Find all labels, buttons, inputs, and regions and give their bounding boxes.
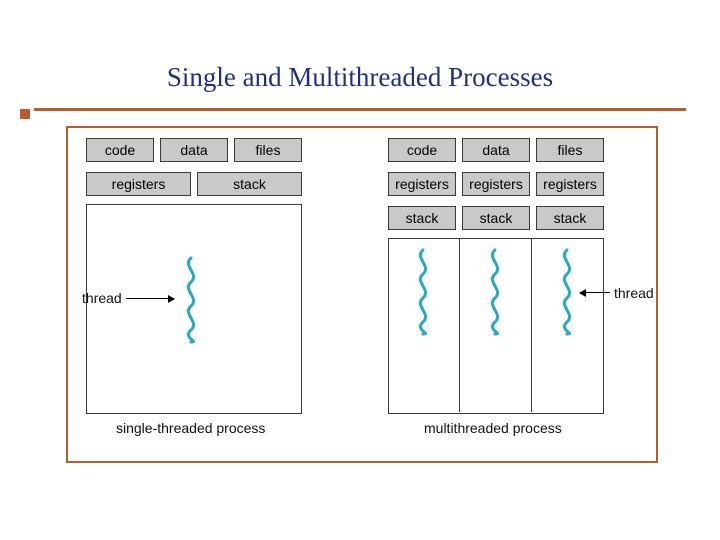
diagram-frame: code data files registers stack thread s… [66, 126, 658, 463]
left-registers-label: registers [112, 176, 166, 192]
right-files-label: files [558, 142, 583, 158]
left-data-label: data [180, 142, 207, 158]
left-thread-squiggle [180, 256, 202, 344]
left-stack-label: stack [233, 176, 266, 192]
left-thread-arrow [126, 298, 174, 299]
right-data-box: data [462, 138, 530, 162]
right-files-box: files [536, 138, 604, 162]
right-regs3-label: registers [543, 176, 597, 192]
right-thread-arrow [580, 292, 610, 293]
rule-dash [20, 109, 30, 119]
right-regs1-label: registers [395, 176, 449, 192]
right-col-div-2 [531, 238, 532, 412]
right-code-label: code [407, 142, 437, 158]
left-code-label: code [105, 142, 135, 158]
right-stack1-box: stack [388, 206, 456, 230]
right-code-box: code [388, 138, 456, 162]
right-stack2-label: stack [480, 210, 513, 226]
right-thread-label: thread [614, 285, 654, 301]
left-registers-box: registers [86, 172, 191, 196]
left-files-label: files [256, 142, 281, 158]
right-thread-squiggle-3 [556, 248, 578, 336]
left-stack-box: stack [197, 172, 302, 196]
page-title: Single and Multithreaded Processes [0, 62, 720, 93]
right-stack2-box: stack [462, 206, 530, 230]
right-data-label: data [482, 142, 509, 158]
right-regs3-box: registers [536, 172, 604, 196]
right-regs1-box: registers [388, 172, 456, 196]
right-stack3-box: stack [536, 206, 604, 230]
right-stack1-label: stack [406, 210, 439, 226]
left-files-box: files [234, 138, 302, 162]
left-data-box: data [160, 138, 228, 162]
right-thread-squiggle-1 [412, 248, 434, 336]
right-regs2-label: registers [469, 176, 523, 192]
right-caption: multithreaded process [424, 420, 562, 436]
rule-line [34, 108, 686, 111]
right-thread-squiggle-2 [484, 248, 506, 336]
right-regs2-box: registers [462, 172, 530, 196]
right-stack3-label: stack [554, 210, 587, 226]
left-code-box: code [86, 138, 154, 162]
left-thread-label: thread [82, 290, 122, 306]
left-caption: single-threaded process [116, 420, 265, 436]
right-col-div-1 [459, 238, 460, 412]
